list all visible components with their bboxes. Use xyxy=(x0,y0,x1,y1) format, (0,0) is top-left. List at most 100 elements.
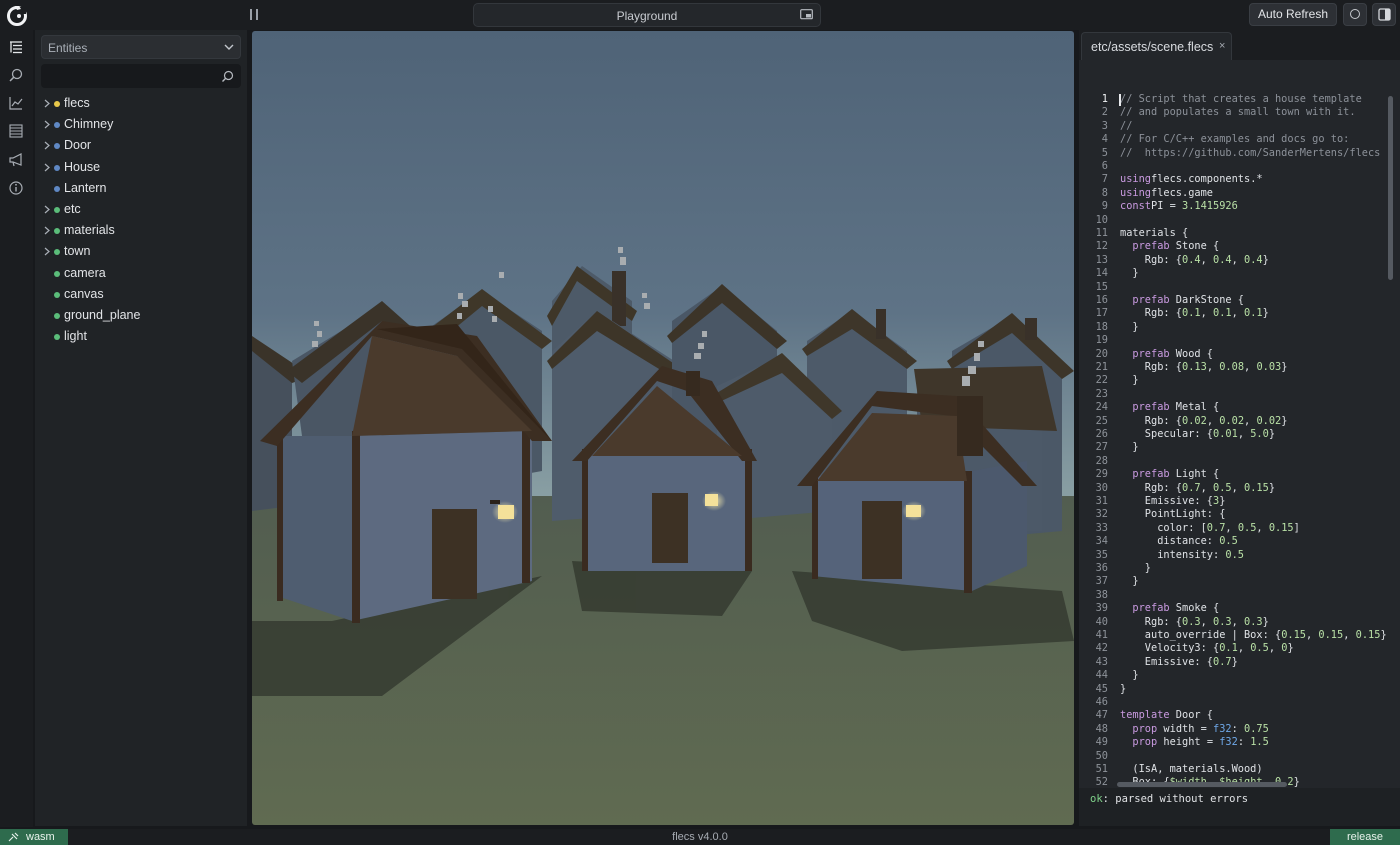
code-line: 44 } xyxy=(1079,669,1400,682)
code-line: 42 Velocity3: {0.1, 0.5, 0} xyxy=(1079,642,1400,655)
tree-item[interactable]: Door xyxy=(35,135,247,156)
code-token: , xyxy=(1244,361,1257,373)
code-line: 32 PointLight: { xyxy=(1079,508,1400,521)
code-line: 26 Specular: {0.01, 5.0} xyxy=(1079,428,1400,441)
entity-search-input[interactable] xyxy=(41,64,241,88)
code-line: 29 prefab Light { xyxy=(1079,468,1400,481)
code-text: materials { xyxy=(1120,227,1188,240)
code-line: 6 xyxy=(1079,160,1400,173)
panel-toggle-icon[interactable] xyxy=(247,7,261,23)
code-token: } xyxy=(1120,441,1139,454)
search-icon[interactable] xyxy=(8,67,24,83)
circle-icon xyxy=(1350,9,1360,19)
line-number: 14 xyxy=(1095,267,1108,280)
tree-item[interactable]: camera xyxy=(35,263,247,284)
screen-cast-icon[interactable] xyxy=(800,9,813,21)
info-icon[interactable] xyxy=(8,180,24,196)
entity-scope-select[interactable]: Entities xyxy=(41,35,241,59)
vertical-scrollbar[interactable] xyxy=(1388,96,1393,280)
town-scene-render[interactable] xyxy=(252,31,1074,825)
code-token: : xyxy=(1237,736,1251,749)
code-line: 46 xyxy=(1079,696,1400,709)
chevron-right-icon[interactable] xyxy=(44,247,50,256)
line-number: 29 xyxy=(1095,468,1108,481)
code-token: 0.15 xyxy=(1268,521,1294,534)
code-line: 33 color: [0.7, 0.5, 0.15] xyxy=(1079,522,1400,535)
code-line: 1 // Script that creates a house template xyxy=(1079,93,1400,106)
code-token: 1.5 xyxy=(1250,736,1269,749)
code-token: 0.15 xyxy=(1244,481,1269,494)
flecs-logo-icon[interactable] xyxy=(6,4,28,26)
code-token: 0.7 xyxy=(1213,655,1232,668)
chart-icon[interactable] xyxy=(8,95,24,111)
entity-scope-value: Entities xyxy=(48,41,88,55)
code-token: 0.5 xyxy=(1219,535,1238,548)
line-number: 7 xyxy=(1101,173,1108,186)
code-token: Metal { xyxy=(1169,401,1220,414)
code-line: 40 Rgb: {0.3, 0.3, 0.3} xyxy=(1079,616,1400,629)
tree-item[interactable]: House xyxy=(35,157,247,178)
chevron-right-icon[interactable] xyxy=(44,226,50,235)
tree-item[interactable]: flecs xyxy=(35,93,247,114)
text-cursor xyxy=(1119,94,1121,106)
code-text: } xyxy=(1120,374,1138,387)
code-token: } xyxy=(1262,307,1269,320)
code-text: constPI = 3.1415926 xyxy=(1120,200,1238,213)
tree-list-icon[interactable] xyxy=(8,39,24,55)
code-token: 0.5 xyxy=(1213,481,1232,494)
scene-viewport[interactable] xyxy=(252,31,1074,825)
tree-item[interactable]: materials xyxy=(35,220,247,241)
tree-item[interactable]: light xyxy=(35,326,247,347)
code-line: 14 } xyxy=(1079,267,1400,280)
chevron-down-icon xyxy=(224,44,234,50)
code-token: Rgb: { xyxy=(1120,615,1182,628)
line-number: 40 xyxy=(1095,615,1108,628)
auto-refresh-button[interactable]: Auto Refresh xyxy=(1249,3,1337,26)
chevron-right-icon[interactable] xyxy=(44,205,50,214)
code-line: 13 Rgb: {0.4, 0.4, 0.4} xyxy=(1079,254,1400,267)
code-token: 0.1 xyxy=(1182,307,1201,320)
code-token: , xyxy=(1306,629,1319,641)
megaphone-icon[interactable] xyxy=(8,152,24,168)
code-text: Rgb: {0.02, 0.02, 0.02} xyxy=(1120,415,1288,428)
code-line: 12 prefab Stone { xyxy=(1079,240,1400,253)
line-number: 35 xyxy=(1095,548,1108,561)
tree-item[interactable]: ground_plane xyxy=(35,305,247,326)
tree-item[interactable]: Chimney xyxy=(35,114,247,135)
list-icon[interactable] xyxy=(8,123,24,139)
code-token: 0.75 xyxy=(1244,722,1269,735)
playground-title-box[interactable]: Playground xyxy=(473,3,821,27)
search-icon[interactable] xyxy=(221,70,234,83)
code-line: 35 intensity: 0.5 xyxy=(1079,549,1400,562)
code-token: Rgb: { xyxy=(1120,307,1182,320)
code-line: 16 prefab DarkStone { xyxy=(1079,294,1400,307)
chevron-right-icon[interactable] xyxy=(44,163,50,172)
line-number: 8 xyxy=(1101,186,1108,199)
code-token: prefab xyxy=(1132,468,1170,481)
tree-item[interactable]: town xyxy=(35,241,247,262)
code-editor[interactable]: 1 // Script that creates a house template… xyxy=(1079,60,1400,788)
chevron-right-icon[interactable] xyxy=(44,120,50,129)
editor-tab-scene[interactable]: etc/assets/scene.flecs × xyxy=(1081,32,1232,60)
tree-item[interactable]: Lantern xyxy=(35,178,247,199)
line-number: 2 xyxy=(1101,106,1108,119)
code-token: } xyxy=(1120,562,1151,574)
chevron-right-icon[interactable] xyxy=(44,141,50,150)
line-number: 5 xyxy=(1101,146,1108,159)
layout-toggle-button[interactable] xyxy=(1372,3,1396,26)
code-token: // Script that creates a house template xyxy=(1120,93,1362,105)
tree-item[interactable]: canvas xyxy=(35,284,247,305)
close-icon[interactable]: × xyxy=(1219,40,1225,52)
record-button[interactable] xyxy=(1343,3,1367,26)
code-token: DarkStone { xyxy=(1169,294,1245,306)
line-number: 28 xyxy=(1095,454,1108,467)
code-token: Stone { xyxy=(1169,240,1220,253)
chevron-right-icon[interactable] xyxy=(44,99,50,108)
code-line: 24 prefab Metal { xyxy=(1079,401,1400,414)
code-token: prop xyxy=(1132,722,1158,735)
top-bar: Playground Auto Refresh xyxy=(0,0,1400,30)
horizontal-scrollbar[interactable] xyxy=(1117,782,1287,787)
tree-item[interactable]: etc xyxy=(35,199,247,220)
release-badge[interactable]: release xyxy=(1330,829,1400,845)
